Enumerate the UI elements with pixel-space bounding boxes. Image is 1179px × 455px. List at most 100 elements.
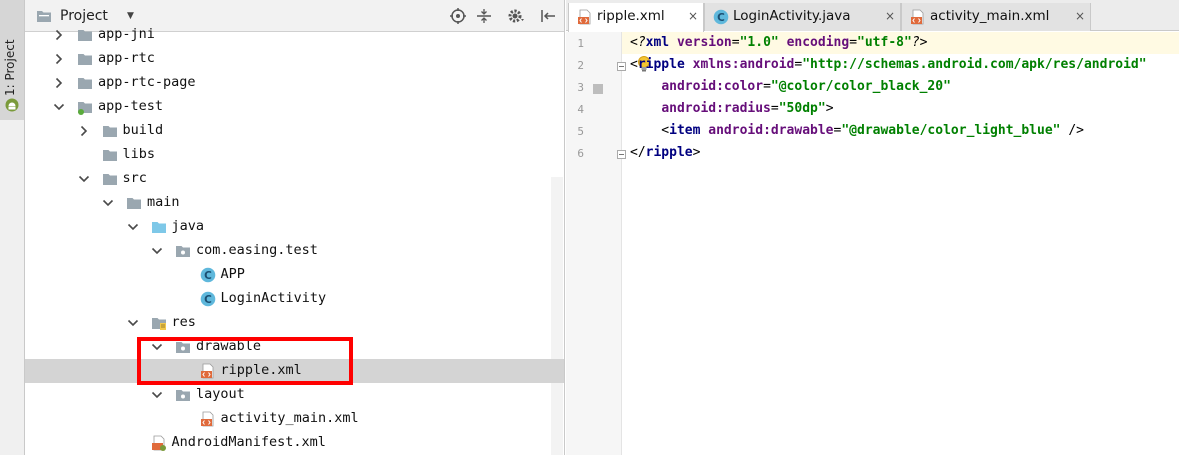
code-token: "50dp" bbox=[778, 101, 826, 116]
tree-item-com-easing-test[interactable]: com.easing.test bbox=[25, 239, 564, 263]
code-token: "1.0" bbox=[739, 35, 779, 50]
line-number: 1 bbox=[577, 37, 584, 50]
close-icon[interactable]: × bbox=[688, 9, 698, 23]
tree-item-label: app-jni bbox=[98, 26, 155, 42]
color-swatch-icon[interactable] bbox=[593, 84, 603, 94]
code-token: ripple bbox=[637, 57, 693, 72]
tree-item-main[interactable]: main bbox=[25, 191, 564, 215]
editor-tab-label: LoginActivity.java bbox=[733, 8, 851, 24]
folder-icon bbox=[126, 195, 142, 211]
tool-window-strip: 1: Project bbox=[0, 0, 25, 455]
editor-tab-label: activity_main.xml bbox=[930, 8, 1050, 24]
chevron-right-icon[interactable] bbox=[77, 124, 91, 138]
project-folder-icon bbox=[37, 11, 51, 22]
tree-item-label: build bbox=[122, 122, 164, 138]
code-token: version bbox=[676, 35, 732, 50]
tree-item-label: layout bbox=[196, 386, 245, 402]
code-token: <? bbox=[630, 35, 646, 50]
project-tool-tab[interactable]: 1: Project bbox=[0, 0, 24, 120]
code-token: "utf-8" bbox=[857, 35, 912, 50]
code-token: android:color bbox=[661, 79, 764, 94]
code-token: = bbox=[849, 35, 858, 50]
chevron-down-icon[interactable] bbox=[126, 316, 140, 330]
folder-icon bbox=[77, 75, 93, 91]
highlight-annotation-box bbox=[137, 337, 353, 385]
tree-item-label: app-rtc-page bbox=[98, 74, 196, 90]
folder-icon bbox=[102, 147, 118, 163]
code-token: > bbox=[692, 145, 701, 160]
tree-item-java[interactable]: java bbox=[25, 215, 564, 239]
code-line: <item android:drawable="@drawable/color_… bbox=[630, 123, 1084, 138]
chevron-down-icon[interactable] bbox=[101, 196, 115, 210]
folder-icon bbox=[77, 27, 93, 43]
code-token: < bbox=[630, 57, 638, 72]
xml-file-icon bbox=[910, 9, 926, 25]
editor-gutter: 1 2 3 4 5 6 bbox=[566, 32, 626, 455]
tree-item-layout[interactable]: layout bbox=[25, 383, 564, 407]
code-token: android:radius bbox=[661, 101, 771, 116]
chevron-down-icon[interactable] bbox=[150, 388, 164, 402]
editor-tab-loginactivity-java[interactable]: C LoginActivity.java × bbox=[704, 3, 901, 31]
code-token: > bbox=[825, 101, 834, 116]
chevron-right-icon[interactable] bbox=[52, 52, 66, 66]
xml-file-icon bbox=[200, 411, 216, 427]
tree-item-label: src bbox=[122, 170, 147, 186]
chevron-down-icon[interactable] bbox=[150, 244, 164, 258]
tree-item-label: APP bbox=[220, 266, 245, 282]
tree-item-label: libs bbox=[122, 146, 156, 162]
tree-item-app-test[interactable]: app-test bbox=[25, 95, 564, 119]
project-view-selector[interactable]: Project bbox=[60, 8, 108, 24]
code-area[interactable]: <?xml version="1.0" encoding="utf-8"?> <r… bbox=[622, 32, 1179, 455]
tree-item-app-jni[interactable]: app-jni bbox=[25, 23, 564, 47]
chevron-down-icon[interactable] bbox=[126, 220, 140, 234]
code-token: android:drawable bbox=[708, 123, 834, 138]
chevron-right-icon[interactable] bbox=[52, 76, 66, 90]
package-icon bbox=[175, 387, 191, 403]
tree-item-activity-main-xml[interactable]: activity_main.xml bbox=[25, 407, 564, 431]
tree-item-app[interactable]: C APP bbox=[25, 263, 564, 287]
tree-item-res[interactable]: res bbox=[25, 311, 564, 335]
code-token: ?> bbox=[911, 35, 928, 50]
close-icon[interactable]: × bbox=[1075, 9, 1085, 23]
tree-item-loginactivity[interactable]: C LoginActivity bbox=[25, 287, 564, 311]
line-number: 3 bbox=[577, 81, 584, 94]
chevron-down-icon[interactable] bbox=[77, 172, 91, 186]
code-token: "@drawable/color_light_blue" bbox=[841, 123, 1061, 138]
tree-item-app-rtc[interactable]: app-rtc bbox=[25, 47, 564, 71]
tree-item-app-rtc-page[interactable]: app-rtc-page bbox=[25, 71, 564, 95]
svg-text:C: C bbox=[204, 270, 212, 282]
chevron-right-icon[interactable] bbox=[52, 28, 66, 42]
tree-item-label: res bbox=[171, 314, 196, 330]
line-number: 2 bbox=[577, 59, 584, 72]
tree-item-androidmanifest-xml[interactable]: AndroidManifest.xml bbox=[25, 431, 564, 455]
chevron-down-icon[interactable]: ▼ bbox=[127, 11, 134, 21]
code-token: ripple bbox=[645, 145, 693, 160]
chevron-down-icon[interactable] bbox=[52, 100, 66, 114]
project-tree: app-jni app-rtc app-rtc-page app-test build l… bbox=[25, 26, 564, 455]
code-token: = bbox=[731, 35, 740, 50]
resource-folder-icon bbox=[151, 315, 167, 331]
tree-item-build[interactable]: build bbox=[25, 119, 564, 143]
folder-icon bbox=[102, 171, 118, 187]
android-icon bbox=[5, 98, 19, 112]
tree-item-label: com.easing.test bbox=[196, 242, 318, 258]
tree-item-label: app-rtc bbox=[98, 50, 155, 66]
code-token: </ bbox=[630, 145, 646, 160]
folder-icon bbox=[102, 123, 118, 139]
editor-tab-activity-main-xml[interactable]: activity_main.xml × bbox=[901, 3, 1091, 31]
line-number: 4 bbox=[577, 103, 584, 116]
module-folder-icon bbox=[77, 99, 93, 115]
close-icon[interactable]: × bbox=[885, 9, 895, 23]
editor-tab-ripple-xml[interactable]: ripple.xml × bbox=[568, 3, 704, 32]
tree-item-src[interactable]: src bbox=[25, 167, 564, 191]
tree-item-libs[interactable]: libs bbox=[25, 143, 564, 167]
code-token: = bbox=[770, 101, 779, 116]
class-icon: C bbox=[200, 291, 216, 307]
tree-item-label: AndroidManifest.xml bbox=[171, 434, 326, 450]
line-number: 5 bbox=[577, 125, 584, 138]
tree-item-label: LoginActivity bbox=[220, 290, 327, 306]
code-token: item bbox=[669, 123, 709, 138]
